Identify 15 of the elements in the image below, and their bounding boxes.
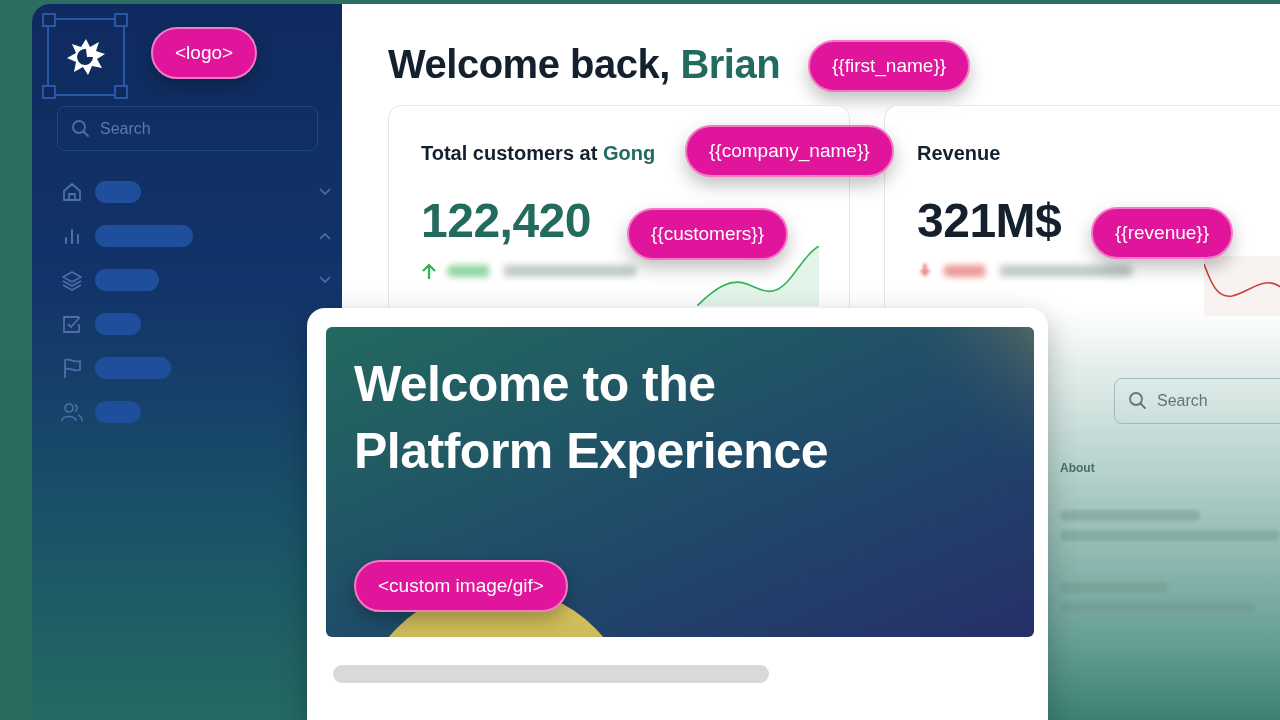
variable-tag: {{revenue}}: [1091, 207, 1234, 259]
variable-tag: <logo>: [151, 27, 258, 79]
banner-title: Welcome to the Platform Experience: [354, 355, 830, 481]
card-title: Revenue: [917, 142, 1001, 165]
search-field[interactable]: Search: [57, 106, 318, 151]
search-field[interactable]: Search: [1114, 378, 1280, 424]
column-header: About: [1060, 461, 1095, 475]
variable-tag: {{customers}}: [627, 208, 789, 260]
variable-tag: {{first_name}}: [808, 40, 971, 92]
variable-tag: {{company_name}}: [685, 125, 894, 177]
card-title: Total customers at Gong: [421, 142, 656, 165]
welcome-heading: Welcome back, Brian: [388, 42, 781, 87]
stat-value: 321M$: [917, 193, 1062, 248]
variable-tag: <custom image/gif>: [354, 560, 568, 612]
stat-value: 122,420: [421, 193, 591, 248]
